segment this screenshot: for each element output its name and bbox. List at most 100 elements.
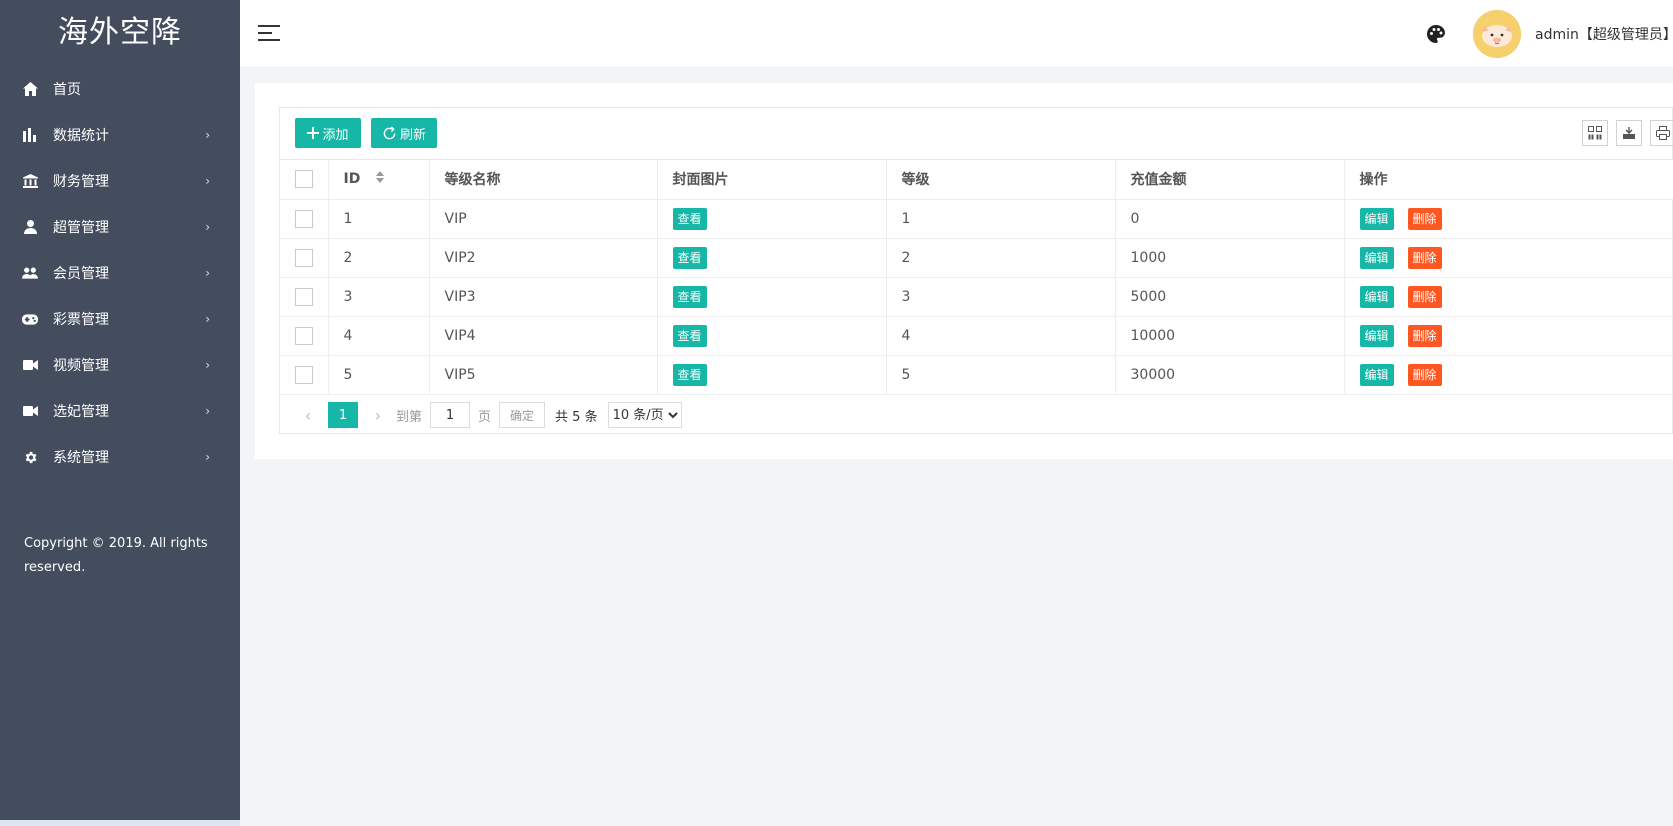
row-select-cell xyxy=(280,355,329,395)
add-button[interactable]: 添加 xyxy=(295,118,361,148)
next-page-icon[interactable]: › xyxy=(368,406,388,425)
page-unit-label: 页 xyxy=(478,409,492,425)
cell-name: VIP2 xyxy=(429,238,658,278)
sidebar-item-system[interactable]: 系统管理 › xyxy=(0,434,240,480)
cell-amount: 30000 xyxy=(1115,355,1345,395)
sidebar-item-label: 财务管理 xyxy=(53,174,109,190)
cell-level: 2 xyxy=(886,238,1116,278)
table-panel: 添加 刷新 ID 等级名称 封面图片 等级 充值金额 操作 1 VIP 查看 1… xyxy=(279,107,1673,434)
goto-confirm-button[interactable]: 确定 xyxy=(499,402,546,428)
delete-button[interactable]: 删除 xyxy=(1407,324,1442,347)
table-row: 4 VIP4 查看 4 10000 编辑 删除 xyxy=(280,316,1673,356)
home-icon xyxy=(22,81,38,97)
theme-palette-icon[interactable] xyxy=(1426,24,1446,44)
sidebar-item-label: 系统管理 xyxy=(53,450,109,466)
sidebar: 海外空降 首页 数据统计 › 财务管理 › 超管管理 › 会员管理 › 彩票管理… xyxy=(0,0,240,826)
cell-actions: 编辑 删除 xyxy=(1344,355,1673,395)
page-size-select[interactable]: 10 条/页 xyxy=(607,402,682,428)
view-cover-button[interactable]: 查看 xyxy=(672,246,707,269)
cell-level: 1 xyxy=(886,199,1116,239)
chevron-right-icon: › xyxy=(205,450,210,464)
select-all-checkbox[interactable] xyxy=(295,170,313,189)
delete-button[interactable]: 删除 xyxy=(1407,285,1442,308)
delete-button[interactable]: 删除 xyxy=(1407,207,1442,230)
column-header-name: 等级名称 xyxy=(429,160,658,200)
users-icon xyxy=(22,265,38,281)
refresh-button[interactable]: 刷新 xyxy=(371,118,437,148)
sidebar-item-label: 选妃管理 xyxy=(53,404,109,420)
sidebar-item-stats[interactable]: 数据统计 › xyxy=(0,112,240,158)
goto-page-input[interactable] xyxy=(430,402,471,428)
gear-icon xyxy=(22,449,38,465)
chevron-right-icon: › xyxy=(205,220,210,234)
sidebar-item-label: 首页 xyxy=(53,82,81,98)
user-name[interactable]: admin【超级管理员】 xyxy=(1535,24,1673,44)
delete-button[interactable]: 删除 xyxy=(1407,246,1442,269)
view-cover-button[interactable]: 查看 xyxy=(672,363,707,386)
delete-button[interactable]: 删除 xyxy=(1407,363,1442,386)
columns-filter-icon[interactable] xyxy=(1582,120,1608,146)
cell-cover: 查看 xyxy=(657,316,887,356)
cell-id: 4 xyxy=(328,316,430,356)
menu-toggle-icon[interactable] xyxy=(258,24,280,42)
export-icon[interactable] xyxy=(1616,120,1642,146)
video-icon xyxy=(22,403,38,419)
cell-cover: 查看 xyxy=(657,238,887,278)
row-select-cell xyxy=(280,277,329,317)
column-header-amount: 充值金额 xyxy=(1115,160,1345,200)
table-toolbar: 添加 刷新 xyxy=(280,108,1673,160)
row-checkbox[interactable] xyxy=(295,287,313,306)
chevron-right-icon: › xyxy=(205,312,210,326)
sidebar-item-videos[interactable]: 视频管理 › xyxy=(0,342,240,388)
cell-actions: 编辑 删除 xyxy=(1344,316,1673,356)
edit-button[interactable]: 编辑 xyxy=(1359,207,1394,230)
cell-id: 1 xyxy=(328,199,430,239)
cell-name: VIP5 xyxy=(429,355,658,395)
prev-page-icon[interactable]: ‹ xyxy=(298,406,318,425)
sidebar-item-lottery[interactable]: 彩票管理 › xyxy=(0,296,240,342)
row-checkbox[interactable] xyxy=(295,365,313,384)
edit-button[interactable]: 编辑 xyxy=(1359,363,1394,386)
sidebar-item-selection[interactable]: 选妃管理 › xyxy=(0,388,240,434)
table-row: 2 VIP2 查看 2 1000 编辑 删除 xyxy=(280,238,1673,278)
cell-actions: 编辑 删除 xyxy=(1344,238,1673,278)
edit-button[interactable]: 编辑 xyxy=(1359,285,1394,308)
view-cover-button[interactable]: 查看 xyxy=(672,324,707,347)
sidebar-item-label: 彩票管理 xyxy=(53,312,109,328)
top-header: admin【超级管理员】 xyxy=(240,0,1673,68)
user-icon xyxy=(22,219,38,235)
sidebar-item-members[interactable]: 会员管理 › xyxy=(0,250,240,296)
print-icon[interactable] xyxy=(1650,120,1673,146)
sidebar-item-label: 会员管理 xyxy=(53,266,109,282)
cell-name: VIP xyxy=(429,199,658,239)
edit-button[interactable]: 编辑 xyxy=(1359,246,1394,269)
view-cover-button[interactable]: 查看 xyxy=(672,285,707,308)
bar-chart-icon xyxy=(22,127,38,143)
copyright-text: Copyright © 2019. All rights reserved. xyxy=(24,536,208,575)
row-checkbox[interactable] xyxy=(295,326,313,345)
column-header-id[interactable]: ID xyxy=(328,160,430,200)
cell-level: 4 xyxy=(886,316,1116,356)
add-button-label: 添加 xyxy=(322,127,349,143)
avatar[interactable] xyxy=(1473,10,1521,58)
sort-icon[interactable] xyxy=(375,171,385,187)
sidebar-item-finance[interactable]: 财务管理 › xyxy=(0,158,240,204)
table-header-row: ID 等级名称 封面图片 等级 充值金额 操作 xyxy=(280,160,1673,200)
row-checkbox[interactable] xyxy=(295,209,313,228)
sidebar-item-home[interactable]: 首页 xyxy=(0,66,240,112)
goto-label: 到第 xyxy=(396,409,423,425)
pagination: ‹ 1 › 到第 页 确定 共 5 条 10 条/页 xyxy=(280,395,1672,436)
cell-cover: 查看 xyxy=(657,277,887,317)
sidebar-item-label: 数据统计 xyxy=(53,128,109,144)
cell-amount: 10000 xyxy=(1115,316,1345,356)
sidebar-item-label: 超管管理 xyxy=(53,220,109,236)
cell-cover: 查看 xyxy=(657,355,887,395)
row-checkbox[interactable] xyxy=(295,248,313,267)
cell-level: 5 xyxy=(886,355,1116,395)
edit-button[interactable]: 编辑 xyxy=(1359,324,1394,347)
current-page-button[interactable]: 1 xyxy=(328,402,358,428)
view-cover-button[interactable]: 查看 xyxy=(672,207,707,230)
cell-amount: 5000 xyxy=(1115,277,1345,317)
sidebar-item-admins[interactable]: 超管管理 › xyxy=(0,204,240,250)
chevron-right-icon: › xyxy=(205,358,210,372)
